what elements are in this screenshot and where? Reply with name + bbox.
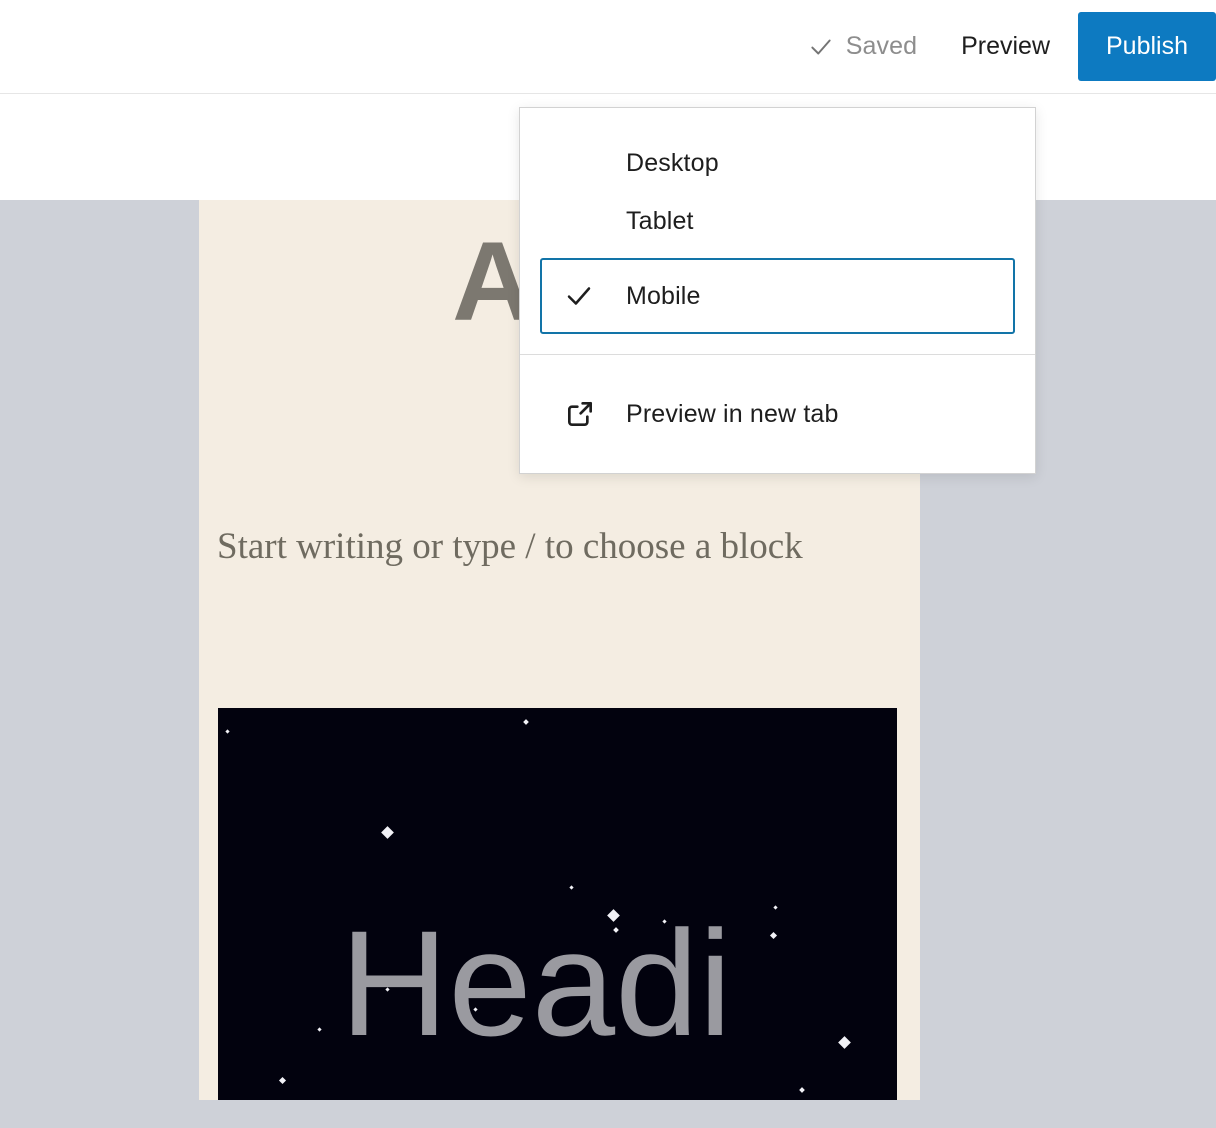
star-icon — [838, 1036, 851, 1049]
menu-item-icon-slot — [564, 398, 626, 430]
cover-heading-text[interactable]: Headi — [340, 908, 732, 1058]
menu-item-label: Tablet — [626, 206, 694, 235]
preview-button[interactable]: Preview — [933, 0, 1078, 93]
star-icon — [569, 885, 574, 890]
menu-item-icon-slot — [564, 281, 626, 311]
star-icon — [523, 719, 529, 725]
star-icon — [381, 826, 394, 839]
star-icon — [278, 1076, 287, 1085]
preview-extra-options: Preview in new tab — [520, 355, 1035, 473]
external-link-icon — [564, 398, 596, 430]
menu-item-preview-in-new-tab[interactable]: Preview in new tab — [540, 385, 1015, 443]
paragraph-block-placeholder[interactable]: Start writing or type / to choose a bloc… — [217, 510, 837, 583]
editor-top-bar: Saved Preview Publish — [0, 0, 1216, 93]
check-icon — [808, 34, 834, 60]
menu-item-mobile[interactable]: Mobile — [540, 258, 1015, 334]
star-icon — [769, 931, 778, 940]
star-icon — [317, 1027, 322, 1032]
menu-item-label: Preview in new tab — [626, 399, 839, 428]
preview-dropdown-menu: Desktop Tablet Mobile Preview in new tab — [519, 107, 1036, 474]
star-icon — [799, 1087, 805, 1093]
cover-block[interactable]: Headi — [218, 708, 897, 1100]
saved-label: Saved — [845, 32, 918, 60]
saved-status: Saved — [792, 0, 933, 93]
star-icon — [225, 729, 230, 734]
preview-device-options: Desktop Tablet Mobile — [520, 108, 1035, 354]
check-icon — [564, 281, 594, 311]
menu-item-tablet[interactable]: Tablet — [540, 192, 1015, 250]
top-bar-actions: Saved Preview Publish — [792, 0, 1216, 93]
publish-button[interactable]: Publish — [1078, 12, 1216, 81]
menu-item-desktop[interactable]: Desktop — [540, 134, 1015, 192]
menu-item-label: Desktop — [626, 148, 719, 177]
star-icon — [773, 905, 778, 910]
menu-item-label: Mobile — [626, 281, 701, 310]
